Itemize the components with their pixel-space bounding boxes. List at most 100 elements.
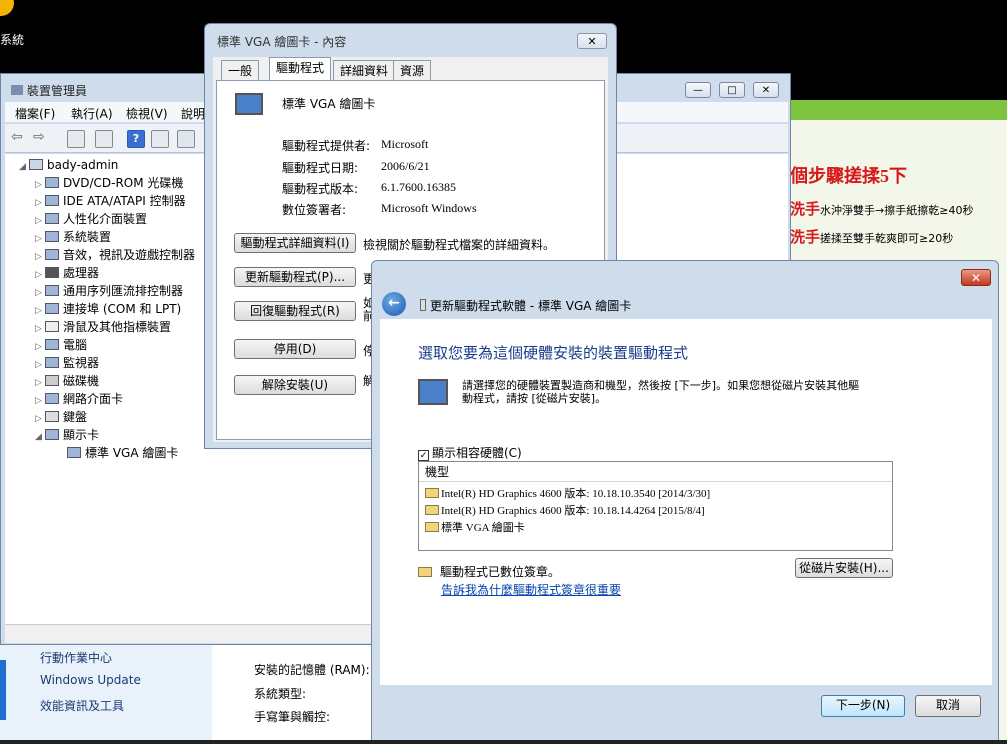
line-1-prefix: 洗手 (790, 200, 821, 218)
properties-icon[interactable] (67, 130, 85, 148)
wizard-description-line-2: 動程式，請按 [從磁片安裝]。 (462, 392, 607, 405)
tree-item-ide[interactable]: ▷ IDE ATA/ATAPI 控制器 (35, 192, 186, 210)
tree-item-audio[interactable]: ▷ 音效，視訊及遊戲控制器 (35, 246, 195, 264)
disable-button[interactable]: 停用(D) (234, 339, 356, 359)
windows-logo-icon (0, 660, 6, 720)
properties-close-button[interactable]: ✕ (577, 33, 607, 49)
desktop-label: 系統 (0, 33, 25, 47)
tree-item-label: 系統裝置 (63, 230, 112, 244)
menu-file[interactable]: 檔案(F) (15, 105, 55, 122)
device-manager-title-text: 裝置管理員 (27, 84, 88, 98)
digital-signer-value: Microsoft Windows (381, 201, 477, 215)
desktop-orb-icon (0, 0, 14, 16)
control-panel-sidebar: 行動作業中心 Windows Update 效能資訊及工具 (0, 645, 212, 744)
display-adapter-icon (67, 447, 81, 458)
computer-icon (29, 159, 43, 170)
update-driver-wizard: ✕ ← 更新驅動程式軟體 - 標準 VGA 繪圖卡 選取您要為這個硬體安裝的裝置… (371, 260, 999, 744)
certificate-icon (418, 567, 432, 577)
show-compatible-checkbox[interactable]: ✓ 顯示相容硬體(C) (418, 444, 522, 461)
tree-item-ports[interactable]: ▷ 連接埠 (COM 和 LPT) (35, 300, 181, 318)
driver-details-button[interactable]: 驅動程式詳細資料(I) (234, 233, 356, 253)
background-app-title: 個步驟搓揉5下 (790, 166, 907, 186)
cancel-button[interactable]: 取消 (915, 695, 981, 717)
device-manager-icon (11, 85, 23, 95)
system-type-label: 系統類型: (254, 687, 307, 701)
back-arrow-icon[interactable]: ⇦ (11, 130, 27, 146)
wizard-heading: 選取您要為這個硬體安裝的裝置驅動程式 (418, 344, 689, 362)
driver-date-label: 驅動程式日期: (282, 161, 359, 175)
wizard-close-button[interactable]: ✕ (961, 269, 991, 286)
model-item-standard-vga[interactable]: 標準 VGA 繪圖卡 (425, 520, 525, 537)
tree-item-keyboard[interactable]: ▷ 鍵盤 (35, 408, 87, 426)
model-item-intel-3540[interactable]: Intel(R) HD Graphics 4600 版本: 10.18.10.3… (425, 486, 710, 503)
tree-item-label: DVD/CD-ROM 光碟機 (63, 176, 184, 190)
performance-tools-link[interactable]: 效能資訊及工具 (40, 697, 124, 714)
close-button[interactable]: ✕ (753, 82, 779, 98)
device-icon[interactable] (177, 130, 195, 148)
tree-item-usb[interactable]: ▷ 通用序列匯流排控制器 (35, 282, 183, 300)
action-center-link[interactable]: 行動作業中心 (40, 649, 112, 666)
maximize-button[interactable]: □ (719, 82, 745, 98)
windows-update-link[interactable]: Windows Update (40, 673, 141, 687)
tree-item-hid[interactable]: ▷ 人性化介面裝置 (35, 210, 147, 228)
driver-provider-label: 驅動程式提供者: (282, 139, 371, 153)
rollback-driver-button[interactable]: 回復驅動程式(R) (234, 301, 356, 321)
uninstall-button[interactable]: 解除安裝(U) (234, 375, 356, 395)
tree-item-monitor[interactable]: ▷ 監視器 (35, 354, 99, 372)
tree-item-computer[interactable]: ▷ 電腦 (35, 336, 87, 354)
have-disk-button[interactable]: 從磁片安裝(H)... (795, 558, 893, 578)
wizard-content: 選取您要為這個硬體安裝的裝置驅動程式 請選擇您的硬體裝置製造商和機型，然後按 [… (380, 319, 992, 685)
keyboard-icon (45, 411, 59, 422)
tree-item-vga[interactable]: 標準 VGA 繪圖卡 (67, 444, 178, 462)
display-adapter-icon (418, 379, 448, 405)
forward-arrow-icon[interactable]: ⇨ (33, 130, 49, 146)
model-item-intel-4264[interactable]: Intel(R) HD Graphics 4600 版本: 10.18.14.4… (425, 503, 705, 520)
display-adapter-icon (235, 93, 263, 115)
why-signing-matters-link[interactable]: 告訴我為什麼驅動程式簽章很重要 (441, 581, 621, 598)
model-item-label: 標準 VGA 繪圖卡 (441, 522, 525, 534)
tab-details[interactable]: 詳細資料 (333, 60, 396, 80)
driver-version-label: 驅動程式版本: (282, 182, 359, 196)
taskbar-edge (0, 740, 1007, 744)
tree-item-label: IDE ATA/ATAPI 控制器 (63, 194, 186, 208)
driver-date-value: 2006/6/21 (381, 159, 430, 173)
line-1-text: 水沖淨雙手→擦手紙擦乾≥40秒 (820, 204, 974, 217)
signed-status: 驅動程式已數位簽章。 (418, 563, 560, 580)
update-driver-button[interactable]: 更新驅動程式(P)... (234, 267, 356, 287)
device-small-icon (420, 299, 426, 311)
properties-title: 標準 VGA 繪圖卡 - 內容 (217, 35, 347, 49)
tree-item-dvd[interactable]: ▷ DVD/CD-ROM 光碟機 (35, 174, 183, 192)
tree-item-disk[interactable]: ▷ 磁碟機 (35, 372, 99, 390)
menu-help[interactable]: 說明 (181, 105, 205, 122)
model-item-label: Intel(R) HD Graphics 4600 版本: 10.18.10.3… (441, 488, 711, 500)
tree-item-mouse[interactable]: ▷ 滑鼠及其他指標裝置 (35, 318, 171, 336)
help-icon[interactable]: ? (127, 130, 145, 148)
tree-item-label: 連接埠 (COM 和 LPT) (63, 302, 182, 316)
menu-action[interactable]: 執行(A) (71, 105, 113, 122)
tree-item-system[interactable]: ▷ 系統裝置 (35, 228, 111, 246)
model-item-label: Intel(R) HD Graphics 4600 版本: 10.18.14.4… (441, 505, 705, 517)
network-adapter-icon (45, 393, 59, 404)
ide-controller-icon (45, 195, 59, 206)
model-list: 機型 Intel(R) HD Graphics 4600 版本: 10.18.1… (418, 461, 893, 551)
scan-hardware-icon[interactable] (151, 130, 169, 148)
menu-view[interactable]: 檢視(V) (126, 105, 168, 122)
tab-resources[interactable]: 資源 (393, 60, 432, 80)
tree-item-label: 人性化介面裝置 (63, 212, 148, 226)
next-button[interactable]: 下一步(N) (821, 695, 905, 717)
tree-item-label: 處理器 (63, 266, 100, 280)
dvd-drive-icon (45, 177, 59, 188)
tree-item-processor[interactable]: ▷ 處理器 (35, 264, 99, 282)
tree-item-label: 鍵盤 (63, 410, 88, 424)
tree-item-display[interactable]: ◢ 顯示卡 (35, 426, 99, 444)
minimize-button[interactable]: — (685, 82, 711, 98)
signed-label: 驅動程式已數位簽章。 (440, 565, 561, 579)
tree-root[interactable]: ◢ bady-admin (19, 156, 118, 174)
disk-drive-icon (45, 375, 59, 386)
wizard-title: 更新驅動程式軟體 - 標準 VGA 繪圖卡 (430, 299, 632, 313)
tab-general[interactable]: 一般 (221, 60, 260, 80)
tab-driver[interactable]: 驅動程式 (269, 57, 332, 81)
tree-item-network[interactable]: ▷ 網路介面卡 (35, 390, 123, 408)
back-arrow-icon[interactable]: ← (382, 292, 406, 316)
list-view-icon[interactable] (95, 130, 113, 148)
